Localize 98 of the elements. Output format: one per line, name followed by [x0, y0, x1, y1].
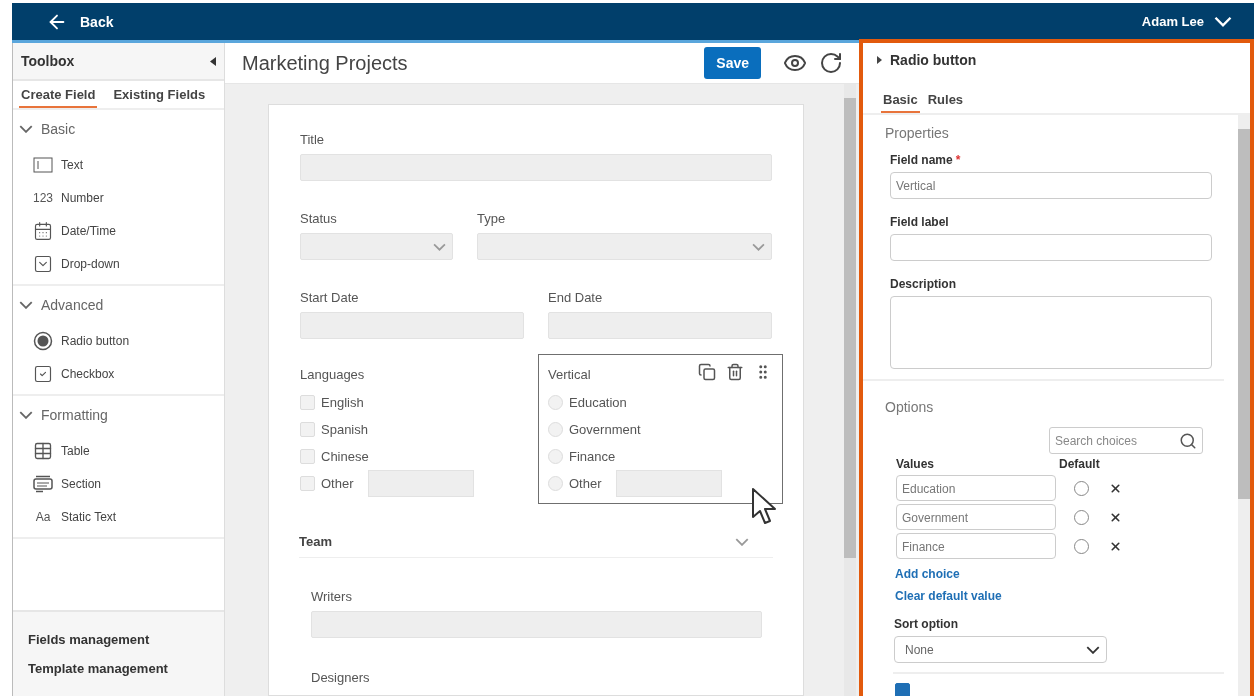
input-field[interactable] [548, 312, 772, 339]
toolbox-item[interactable]: 123 Number [13, 181, 224, 214]
page-title: Marketing Projects [242, 51, 409, 75]
copy-icon[interactable] [698, 363, 716, 381]
chevron-down-icon [1214, 16, 1232, 27]
tab[interactable]: Create Field [19, 87, 98, 108]
user-menu[interactable]: Adam Lee [1141, 14, 1232, 29]
chevron-down-icon [433, 242, 446, 251]
column-header: Default [1059, 457, 1100, 471]
field-label: Designers [311, 670, 370, 685]
back-button[interactable]: Back [46, 10, 114, 33]
input-field[interactable] [300, 154, 772, 181]
field-label: Vertical [548, 367, 591, 382]
field-label: Languages [300, 367, 365, 382]
toolbox-item[interactable]: Checkbox [13, 357, 224, 390]
toolbox-item[interactable]: Date/Time [13, 214, 224, 247]
input-field[interactable] [890, 234, 1212, 261]
input-field[interactable] [367, 470, 474, 497]
field-label: Status [300, 211, 337, 226]
toolbox-item[interactable]: Drop-down [13, 247, 224, 280]
tab[interactable]: Existing Fields [111, 87, 208, 108]
input-field[interactable] [311, 611, 762, 638]
tab[interactable]: Rules [925, 92, 966, 113]
field-label: Start Date [300, 290, 359, 305]
footer-link[interactable]: Template management [28, 661, 224, 676]
option-label: Education [569, 395, 627, 410]
radio-button[interactable] [1074, 509, 1089, 525]
input-field[interactable] [615, 470, 722, 497]
chevron-down-icon [735, 537, 749, 546]
font-icon: Aa [33, 509, 53, 524]
field-label: Title [300, 132, 325, 147]
option-label: Chinese [321, 449, 369, 464]
field-label: Type [477, 211, 506, 226]
link[interactable]: Add choice [895, 567, 1238, 581]
toolbox-item[interactable]: Radio button [13, 324, 224, 357]
input-field[interactable]: Vertical [890, 172, 1212, 199]
input-field[interactable]: Government [896, 504, 1056, 530]
toolbox-item[interactable]: Text [13, 148, 224, 181]
panel-title: Toolbox [21, 53, 75, 69]
search-field[interactable]: Search choices [1049, 427, 1203, 454]
toolbox-item[interactable]: Section [13, 467, 224, 500]
field-label: Sort option [894, 617, 959, 631]
radio-button[interactable] [1074, 538, 1089, 554]
remove-icon[interactable] [1109, 539, 1122, 553]
option-label: English [321, 395, 364, 410]
input-field[interactable] [300, 312, 524, 339]
remove-icon[interactable] [1109, 510, 1122, 524]
input-field[interactable]: Education [896, 475, 1056, 501]
select-field[interactable]: None [894, 636, 1107, 663]
section-header[interactable]: Team [299, 534, 773, 558]
option-label: Finance [569, 449, 616, 464]
chevron-down-icon [19, 301, 33, 309]
field-label: End Date [548, 290, 603, 305]
panel-title: Radio button [890, 52, 977, 68]
group-header[interactable]: Basic [13, 110, 82, 148]
remove-icon[interactable] [1109, 481, 1122, 495]
link[interactable]: Clear default value [895, 589, 1238, 603]
radio-button[interactable] [1074, 480, 1089, 496]
table-icon [33, 440, 53, 461]
collapse-caret-icon[interactable] [210, 56, 216, 66]
text-area[interactable] [890, 296, 1212, 369]
section-heading: Properties [885, 125, 950, 141]
option-label: Other [321, 476, 354, 491]
chevron-down-icon [19, 411, 33, 419]
section-heading: Options [885, 399, 935, 415]
select-field[interactable] [300, 233, 453, 260]
field-label: Field label [890, 215, 950, 229]
option-label: Government [569, 422, 641, 437]
checkbox[interactable] [895, 683, 910, 696]
refresh-icon[interactable] [819, 51, 843, 75]
toolbox-item[interactable]: Aa Static Text [13, 500, 224, 533]
input-field[interactable]: Finance [896, 533, 1056, 559]
footer-link[interactable]: Fields management [28, 632, 224, 647]
group-header[interactable]: Formatting [13, 396, 114, 434]
text-box-icon [33, 156, 53, 173]
chevron-down-icon [19, 125, 33, 133]
search-icon [1179, 431, 1197, 450]
radio-icon [33, 330, 53, 351]
trash-icon[interactable] [726, 363, 744, 381]
checkbox-icon [33, 363, 53, 384]
column-header: Values [896, 457, 936, 471]
group-header[interactable]: Advanced [13, 286, 110, 324]
caret-icon[interactable] [877, 56, 882, 64]
section-icon [33, 474, 53, 493]
field-label: Writers [311, 589, 352, 604]
field-label: Field name * [890, 153, 962, 167]
option-label: Spanish [321, 422, 368, 437]
save-button[interactable]: Save [704, 47, 761, 79]
calendar-icon [33, 220, 53, 241]
field-label: Description [890, 277, 957, 291]
chevron-down-icon [1086, 645, 1100, 654]
dropdown-icon [33, 253, 53, 274]
select-field[interactable] [477, 233, 772, 260]
chevron-down-icon [752, 242, 765, 251]
tab[interactable]: Basic [881, 92, 920, 113]
option-label: Other [569, 476, 602, 491]
toolbox-item[interactable]: Table [13, 434, 224, 467]
number-icon: 123 [33, 190, 53, 205]
